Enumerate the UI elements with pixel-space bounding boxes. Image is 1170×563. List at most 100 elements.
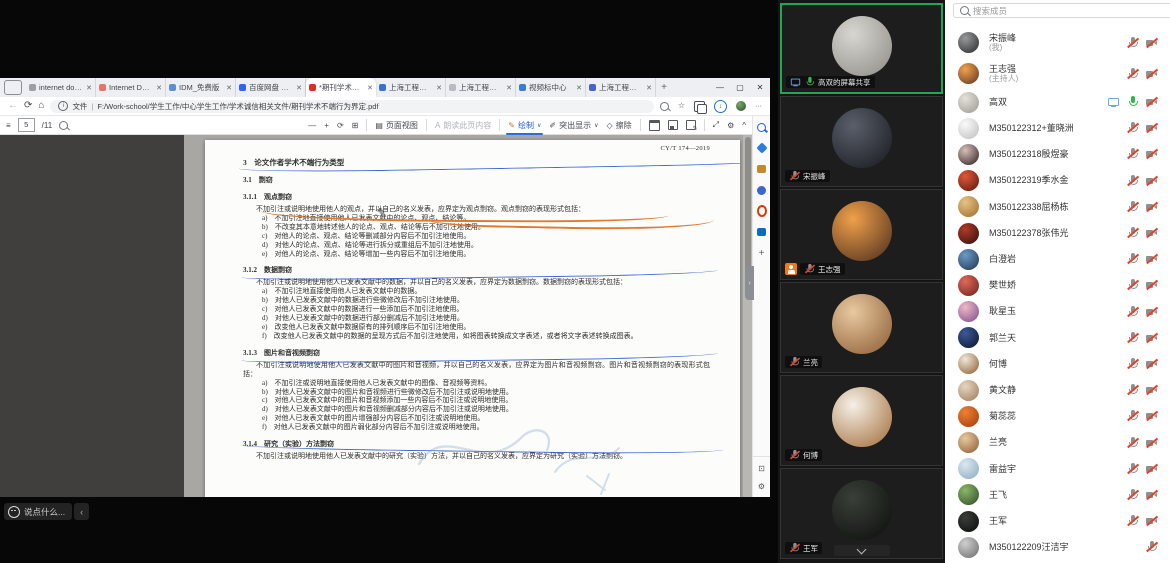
save-as-icon[interactable] xyxy=(686,120,696,130)
participant-row[interactable]: M350122209汪洁宇 xyxy=(945,534,1170,560)
browser-tab[interactable]: 百度网盘 客户 ✕ xyxy=(236,78,306,97)
browser-tab[interactable]: internet down ✕ xyxy=(26,78,96,97)
camera-off-icon[interactable] xyxy=(1146,227,1157,239)
browser-tab[interactable]: *期刊学术不端… ✕ xyxy=(306,78,376,97)
mic-muted-icon[interactable] xyxy=(1127,358,1138,370)
mic-muted-icon[interactable] xyxy=(1127,306,1138,318)
camera-off-icon[interactable] xyxy=(1146,96,1157,108)
rotate-button[interactable]: ⟳ xyxy=(337,121,344,130)
camera-off-icon[interactable] xyxy=(1146,384,1157,396)
browser-tab[interactable]: 上海工程技术… ✕ xyxy=(376,78,446,97)
sidebar-search-icon[interactable] xyxy=(757,122,767,132)
shopping-icon[interactable] xyxy=(757,143,767,153)
emoji-icon[interactable] xyxy=(8,506,20,518)
mic-muted-icon[interactable] xyxy=(1127,175,1138,187)
fullscreen-icon[interactable]: ⤢ xyxy=(713,120,719,130)
browser-tab[interactable]: 视频标中心 ✕ xyxy=(516,78,586,97)
tab-close-icon[interactable]: ✕ xyxy=(296,84,302,92)
mic-muted-icon[interactable] xyxy=(1127,279,1138,291)
downloads-icon[interactable]: ↓ xyxy=(714,100,727,113)
draw-button[interactable]: ✎ 绘制 ∨ xyxy=(508,120,541,131)
profile-avatar[interactable] xyxy=(736,101,746,111)
highlight-button[interactable]: ✐ 突出显示 ∨ xyxy=(549,120,598,131)
participant-row[interactable]: 耿星玉 xyxy=(945,299,1170,325)
zoom-in-button[interactable]: + xyxy=(324,121,329,130)
page-number-input[interactable]: 5 xyxy=(18,118,35,132)
participant-row[interactable]: 高双 xyxy=(945,89,1170,115)
back-button[interactable]: ← xyxy=(8,101,18,111)
window-maximize-button[interactable]: ▢ xyxy=(730,78,750,97)
window-close-button[interactable]: ✕ xyxy=(750,78,770,97)
tab-close-icon[interactable]: ✕ xyxy=(576,84,582,92)
mic-muted-icon[interactable] xyxy=(1127,437,1138,449)
pdf-scrollbar-thumb[interactable] xyxy=(745,137,751,287)
participant-row[interactable]: M350122319季水金 xyxy=(945,168,1170,194)
office-icon[interactable] xyxy=(757,206,767,216)
mic-muted-icon[interactable] xyxy=(1146,541,1157,553)
camera-off-icon[interactable] xyxy=(1146,489,1157,501)
mic-muted-icon[interactable] xyxy=(1127,227,1138,239)
new-tab-button[interactable]: + xyxy=(656,82,672,93)
browser-tab[interactable]: 上海工程技术… ✕ xyxy=(446,78,516,97)
home-button[interactable]: ⌂ xyxy=(38,101,44,111)
participant-row[interactable]: 王志强 (主持人) xyxy=(945,58,1170,89)
mic-muted-icon[interactable] xyxy=(1127,253,1138,265)
more-menu-icon[interactable]: ··· xyxy=(755,103,762,110)
participant-row[interactable]: M350122378张伟光 xyxy=(945,220,1170,246)
window-minimize-button[interactable]: — xyxy=(710,78,730,97)
collections-icon[interactable] xyxy=(694,101,705,112)
camera-off-icon[interactable] xyxy=(1146,279,1157,291)
participant-row[interactable]: 王军 xyxy=(945,508,1170,534)
camera-off-icon[interactable] xyxy=(1146,306,1157,318)
participant-row[interactable]: M350122338屈杨栋 xyxy=(945,194,1170,220)
camera-off-icon[interactable] xyxy=(1146,37,1157,49)
camera-off-icon[interactable] xyxy=(1146,463,1157,475)
mic-muted-icon[interactable] xyxy=(1127,122,1138,134)
collapse-videos-button[interactable] xyxy=(834,545,890,556)
mic-muted-icon[interactable] xyxy=(1127,37,1138,49)
toolbar-collapse-icon[interactable]: ^ xyxy=(742,121,746,130)
search-members-input[interactable]: 搜索成员 xyxy=(953,3,1170,18)
browser-tab[interactable]: Internet Down ✕ xyxy=(96,78,166,97)
erase-button[interactable]: ◇ 擦除 xyxy=(607,120,632,131)
camera-off-icon[interactable] xyxy=(1146,68,1157,80)
zoom-out-button[interactable]: — xyxy=(308,121,316,130)
highlight-dropdown-icon[interactable]: ∨ xyxy=(594,122,598,129)
participant-row[interactable]: 樊世娇 xyxy=(945,272,1170,298)
tab-search-icon[interactable] xyxy=(4,80,22,95)
camera-off-icon[interactable] xyxy=(1146,332,1157,344)
participant-row[interactable]: 菊蕊蕊 xyxy=(945,403,1170,429)
camera-off-icon[interactable] xyxy=(1146,175,1157,187)
screen-icon[interactable]: ⊡ xyxy=(757,463,767,473)
tab-close-icon[interactable]: ✕ xyxy=(646,84,652,92)
print-icon[interactable] xyxy=(649,120,660,131)
participant-row[interactable]: M350122312+董晓洲 xyxy=(945,115,1170,141)
tab-close-icon[interactable]: ✕ xyxy=(367,84,373,92)
sidebar-collapse-handle[interactable]: › xyxy=(745,266,754,300)
mic-muted-icon[interactable] xyxy=(1127,384,1138,396)
address-bar[interactable]: i 文件 | F:/Work-school/学生工作/中心学生工作/学术诚信相关… xyxy=(50,100,653,113)
mic-muted-icon[interactable] xyxy=(1127,68,1138,80)
participant-row[interactable]: 宋振峰 (我) xyxy=(945,27,1170,58)
mic-muted-icon[interactable] xyxy=(1127,201,1138,213)
participant-row[interactable]: 白澄岩 xyxy=(945,246,1170,272)
page-view-button[interactable]: ▤ 页面视图 xyxy=(375,120,418,131)
browser-tab[interactable]: 上海工程技术… ✕ xyxy=(586,78,656,97)
camera-off-icon[interactable] xyxy=(1146,515,1157,527)
camera-off-icon[interactable] xyxy=(1146,148,1157,160)
zoom-search-icon[interactable] xyxy=(660,102,669,111)
read-aloud-button[interactable]: A 朗读此页内容 xyxy=(435,120,491,131)
camera-off-icon[interactable] xyxy=(1146,410,1157,422)
people-icon[interactable] xyxy=(757,185,767,195)
outlook-icon[interactable] xyxy=(757,227,767,237)
camera-off-icon[interactable] xyxy=(1146,122,1157,134)
sidebar-settings-icon[interactable]: ⚙ xyxy=(757,481,767,491)
refresh-button[interactable]: ⟳ xyxy=(24,101,32,111)
add-sidebar-icon[interactable]: + xyxy=(757,248,767,258)
pdf-settings-icon[interactable]: ⚙ xyxy=(727,121,734,130)
mic-muted-icon[interactable] xyxy=(1127,515,1138,527)
video-tile[interactable]: 王军 xyxy=(780,468,943,559)
participant-row[interactable]: M350122318殷煜豪 xyxy=(945,141,1170,167)
chat-collapse-button[interactable]: ‹ xyxy=(74,503,89,520)
browser-tab[interactable]: IDM_免费版 ✕ xyxy=(166,78,236,97)
